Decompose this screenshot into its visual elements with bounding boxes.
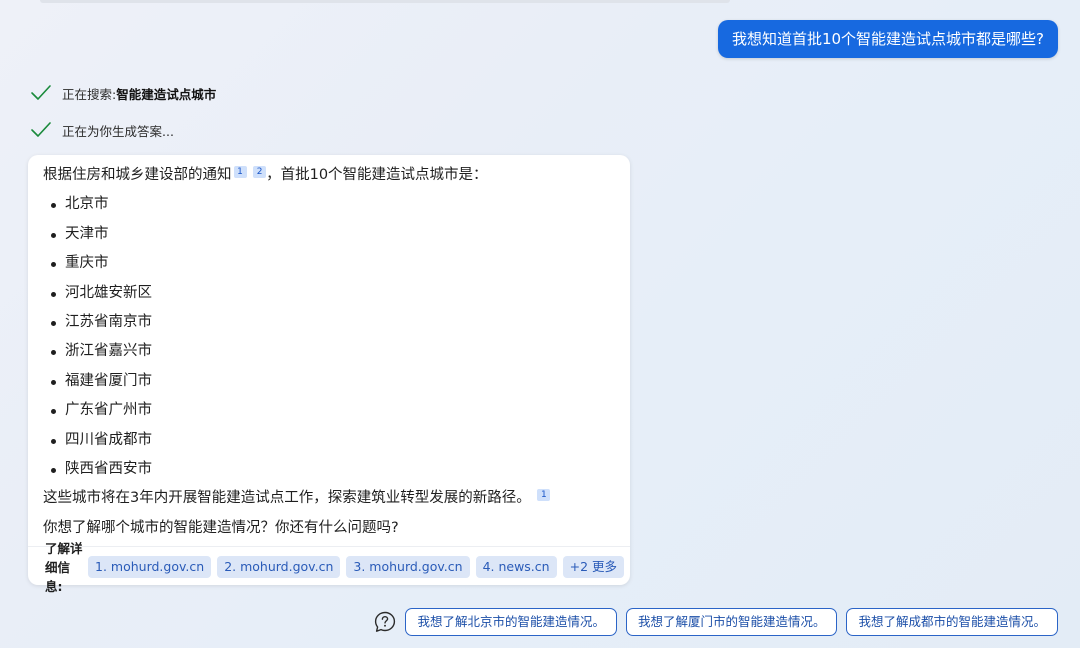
user-message-text: 我想知道首批10个智能建造试点城市都是哪些? [731,30,1044,48]
source-link-4[interactable]: 4. news.cn [475,555,557,578]
check-icon [31,85,51,100]
list-item: 陕西省西安市 [43,455,615,484]
list-item: 福建省厦门市 [43,367,615,396]
status-generating-text: 正在为你生成答案... [62,123,174,139]
list-item: 江苏省南京市 [43,308,615,337]
answer-intro-tail: ，首批10个智能建造试点城市是： [266,167,488,183]
user-message-bubble: 我想知道首批10个智能建造试点城市都是哪些? [717,20,1058,58]
sources-bar: 了解详细信息: 1. mohurd.gov.cn 2. mohurd.gov.c… [28,541,630,594]
list-item: 河北雄安新区 [43,279,615,308]
city-list: 北京市 天津市 重庆市 河北雄安新区 江苏省南京市 浙江省嘉兴市 福建省厦门市 … [43,190,615,484]
citation-1[interactable]: 1 [537,489,551,502]
previous-card-edge [40,0,730,3]
suggestion-button-xiamen[interactable]: 我想了解厦门市的智能建造情况。 [625,608,838,636]
list-item: 天津市 [43,220,615,249]
citation-1[interactable]: 1 [233,166,247,178]
list-item: 广东省广州市 [43,396,615,425]
answer-summary-text: 这些城市将在3年内开展智能建造试点工作，探索建筑业转型发展的新路径。 [43,490,531,507]
question-icon [375,611,396,632]
sources-more-button[interactable]: +2 更多 [562,555,624,578]
list-item: 重庆市 [43,249,615,278]
source-link-2[interactable]: 2. mohurd.gov.cn [217,555,341,578]
status-searching-prefix: 正在搜索: [62,86,117,102]
status-searching: 正在搜索: 智能建造试点城市 [30,82,216,104]
check-icon [31,122,51,137]
answer-intro: 根据住房和城乡建设部的通知 1 2 ，首批10个智能建造试点城市是： [43,161,615,190]
suggestion-bar: 我想了解北京市的智能建造情况。 我想了解厦门市的智能建造情况。 我想了解成都市的… [374,608,1058,636]
answer-intro-text: 根据住房和城乡建设部的通知 [43,167,232,183]
status-generating: 正在为你生成答案... [30,119,174,141]
status-searching-query: 智能建造试点城市 [116,86,217,102]
source-link-1[interactable]: 1. mohurd.gov.cn [88,555,212,578]
source-link-3[interactable]: 3. mohurd.gov.cn [346,555,470,578]
list-item: 四川省成都市 [43,426,615,455]
suggestion-button-chengdu[interactable]: 我想了解成都市的智能建造情况。 [846,608,1058,636]
list-item: 北京市 [43,190,615,219]
answer-summary: 这些城市将在3年内开展智能建造试点工作，探索建筑业转型发展的新路径。 1 [43,484,615,513]
citation-2[interactable]: 2 [253,166,267,178]
suggestion-button-beijing[interactable]: 我想了解北京市的智能建造情况。 [405,608,617,636]
answer-body: 根据住房和城乡建设部的通知 1 2 ，首批10个智能建造试点城市是： 北京市 天津市… [43,161,615,543]
answer-followup-question: 你想了解哪个城市的智能建造情况？你还有什么问题吗? [43,519,399,536]
list-item: 浙江省嘉兴市 [43,337,615,366]
answer-card: 根据住房和城乡建设部的通知 1 2 ，首批10个智能建造试点城市是： 北京市 天津市… [28,155,630,594]
sources-label: 了解详细信息: [45,541,83,594]
